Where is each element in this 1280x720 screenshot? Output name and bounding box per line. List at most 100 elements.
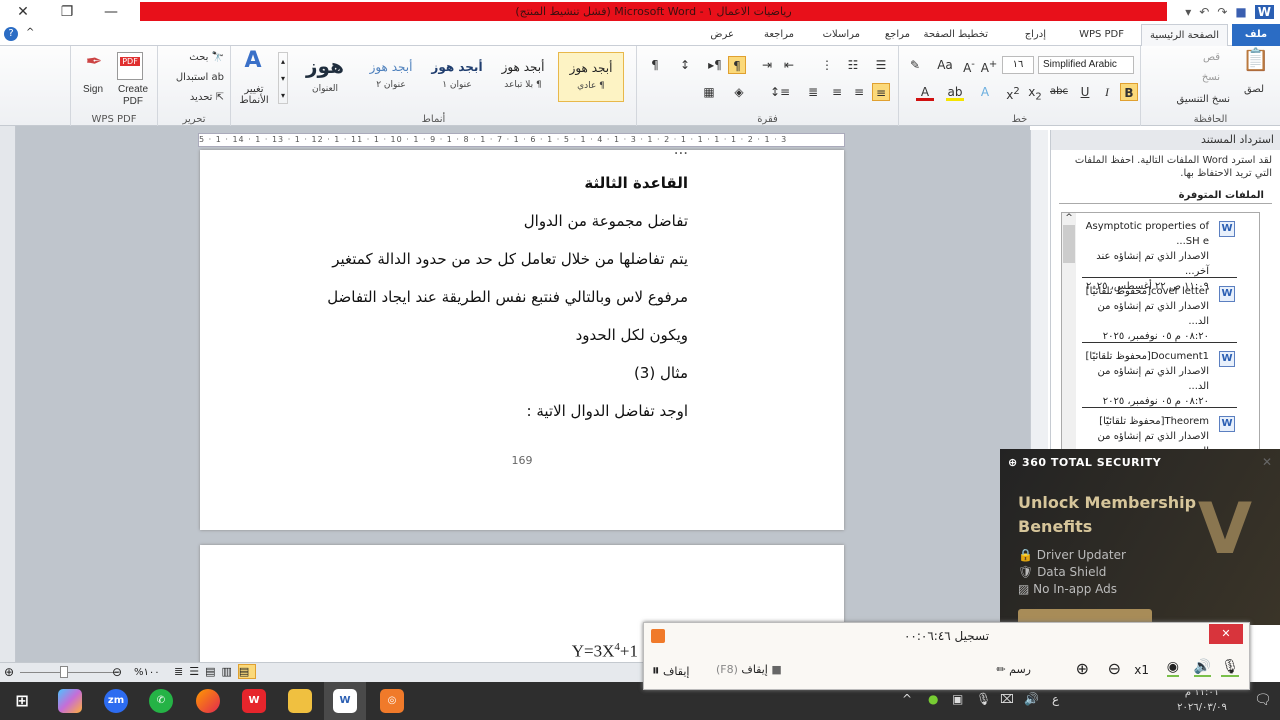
- rtl-direction-icon[interactable]: ¶: [728, 56, 746, 74]
- collapse-ribbon-icon[interactable]: ^: [26, 27, 34, 38]
- tab-home[interactable]: الصفحة الرئيسية: [1141, 24, 1228, 46]
- line-spacing-icon[interactable]: ↕≡: [770, 83, 790, 101]
- zoom-out-icon[interactable]: ⊖: [1108, 659, 1121, 678]
- language-indicator[interactable]: ع: [1052, 692, 1059, 706]
- recovered-file-item[interactable]: W Asymptotic properties of SH e... الاصدار…: [1082, 213, 1237, 292]
- ltr-direction-icon[interactable]: ▸¶: [706, 56, 724, 74]
- align-left-icon[interactable]: ≡: [828, 83, 846, 101]
- recovered-file-item[interactable]: W Theorem[محفوظ تلقائيًا] الاصدار الذي تم …: [1082, 408, 1237, 451]
- stop-button[interactable]: (F8) إيقاف ■: [716, 663, 782, 676]
- zoom-slider[interactable]: [20, 672, 118, 673]
- font-size-select[interactable]: ١٦: [1002, 56, 1034, 74]
- microphone-icon[interactable]: 🎙: [1221, 659, 1239, 677]
- increase-indent-icon[interactable]: ⇥: [758, 56, 776, 74]
- show-hidden-icons[interactable]: ^: [902, 692, 912, 706]
- tab-insert[interactable]: إدراج: [1017, 24, 1054, 46]
- redo-icon[interactable]: ↷: [1217, 5, 1227, 19]
- help-icon[interactable]: ?: [4, 27, 18, 41]
- align-center-icon[interactable]: ≡: [850, 83, 868, 101]
- zoom-app-icon[interactable]: zm: [104, 689, 128, 713]
- format-painter-button[interactable]: نسخ التنسيق: [1177, 94, 1230, 105]
- superscript-icon[interactable]: x2: [1004, 83, 1022, 102]
- draw-button[interactable]: رسم ✏: [996, 663, 1031, 676]
- tab-file[interactable]: ملف: [1232, 24, 1280, 46]
- view-buttons[interactable]: ≣☰▤▥▤: [174, 664, 257, 679]
- firefox-icon[interactable]: [196, 689, 220, 713]
- volume-icon[interactable]: 🔊: [1024, 692, 1039, 706]
- tab-page-layout[interactable]: تخطيط الصفحة: [915, 24, 996, 46]
- align-right-icon[interactable]: ≡: [872, 83, 890, 101]
- underline-icon[interactable]: U: [1076, 83, 1094, 101]
- file-explorer-icon[interactable]: [288, 689, 312, 713]
- create-pdf-icon[interactable]: PDF: [117, 52, 143, 80]
- zoom-in-icon[interactable]: ⊕: [1076, 659, 1089, 678]
- bold-icon[interactable]: B: [1120, 83, 1138, 101]
- sign-icon[interactable]: ✒: [81, 51, 107, 80]
- start-icon[interactable]: ⊞: [10, 689, 34, 713]
- recovered-file-item[interactable]: Wcover letter[محفوظ تلقائيًا] الاصدار الذ…: [1082, 278, 1237, 343]
- shading-icon[interactable]: ◈: [730, 83, 748, 101]
- paste-icon[interactable]: 📋: [1242, 50, 1269, 82]
- minimize-icon[interactable]: —: [96, 2, 126, 22]
- zoom-in-status-icon[interactable]: ⊕: [4, 665, 14, 679]
- undo-icon[interactable]: ↶: [1199, 5, 1209, 19]
- zoom-percent[interactable]: %١٠٠: [134, 667, 160, 678]
- change-styles-button[interactable]: تغيير الأنماط: [234, 84, 274, 106]
- word-taskbar-button[interactable]: W: [324, 682, 366, 720]
- mic-tray-icon[interactable]: 🎙: [976, 692, 991, 706]
- show-marks-icon[interactable]: ¶: [646, 56, 664, 74]
- justify-icon[interactable]: ≣: [804, 83, 822, 101]
- find-button[interactable]: 🔭 بحث: [189, 52, 224, 63]
- horizontal-ruler[interactable]: 5 · 1 · 14 · 1 · 13 · 1 · 12 · 1 · 11 · …: [198, 133, 845, 147]
- numbering-icon[interactable]: ☷: [844, 56, 862, 74]
- text-effects-icon[interactable]: A: [976, 83, 994, 101]
- select-button[interactable]: ⇱ تحديد: [190, 92, 224, 103]
- speaker-icon[interactable]: 🔊: [1193, 659, 1211, 677]
- clear-formatting-icon[interactable]: ✎: [906, 56, 924, 74]
- notifications-icon[interactable]: 🗨: [1254, 692, 1272, 708]
- style-no-spacing[interactable]: أبجد هوز ¶ بلا تباعد: [490, 52, 556, 102]
- bullets-icon[interactable]: ☰: [872, 56, 890, 74]
- decrease-indent-icon[interactable]: ⇤: [780, 56, 798, 74]
- font-name-select[interactable]: Simplified Arabic: [1038, 56, 1134, 74]
- shrink-font-icon[interactable]: A-: [960, 56, 978, 75]
- close-icon[interactable]: ✕: [8, 2, 38, 22]
- save-icon[interactable]: ■: [1235, 5, 1246, 19]
- styles-scroll[interactable]: ▴ ▾ ▾: [278, 52, 288, 104]
- recovered-file-item[interactable]: W Document1[محفوظ تلقائيًا] الاصدار الذي ت…: [1082, 343, 1237, 408]
- tab-mailings[interactable]: مراسلات: [815, 24, 868, 46]
- list-scrollbar[interactable]: ^: [1062, 213, 1076, 451]
- webcam-icon[interactable]: ◉: [1166, 659, 1179, 677]
- page[interactable]: ... القاعدة الثالثة تفاضل مجموعة من الدو…: [200, 140, 844, 530]
- borders-icon[interactable]: ▦: [700, 83, 718, 101]
- wps-icon[interactable]: W: [242, 689, 266, 713]
- whatsapp-icon[interactable]: ✆: [149, 689, 173, 713]
- copy-button[interactable]: نسخ: [1202, 72, 1220, 83]
- sort-icon[interactable]: ↕: [676, 56, 694, 74]
- strikethrough-icon[interactable]: abc: [1050, 83, 1068, 101]
- create-pdf-button[interactable]: Create PDF: [117, 84, 149, 108]
- style-normal[interactable]: أبجد هوز ¶ عادي: [558, 52, 624, 102]
- camera-tray-icon[interactable]: ▣: [952, 692, 963, 706]
- tab-references[interactable]: مراجع: [877, 24, 918, 46]
- close-recorder-icon[interactable]: ✕: [1209, 624, 1243, 644]
- subscript-icon[interactable]: x2: [1026, 83, 1044, 102]
- multilevel-list-icon[interactable]: ⋮: [818, 56, 836, 74]
- style-heading-2[interactable]: أبجد هوز عنوان ٢: [358, 52, 424, 102]
- restore-icon[interactable]: ❐: [52, 2, 82, 22]
- zoom-slider-thumb[interactable]: [60, 666, 68, 678]
- copilot-icon[interactable]: [58, 689, 82, 713]
- close-popup-icon[interactable]: ✕: [1262, 455, 1272, 469]
- paste-button[interactable]: لصق: [1244, 84, 1264, 95]
- customize-icon[interactable]: ▾: [1185, 5, 1191, 19]
- style-title[interactable]: هوز العنوان: [292, 52, 358, 102]
- cut-button[interactable]: قص: [1203, 52, 1220, 63]
- font-color-icon[interactable]: A: [916, 83, 934, 101]
- grow-font-icon[interactable]: A+: [980, 56, 998, 75]
- style-heading-1[interactable]: أبجد هوز عنوان ١: [424, 52, 490, 102]
- zoom-out-status-icon[interactable]: ⊖: [112, 665, 122, 679]
- recorder-app-icon[interactable]: ◎: [380, 689, 404, 713]
- change-styles-icon[interactable]: A: [240, 50, 266, 72]
- highlight-icon[interactable]: ab: [946, 83, 964, 101]
- tab-wps-pdf[interactable]: WPS PDF: [1071, 24, 1132, 46]
